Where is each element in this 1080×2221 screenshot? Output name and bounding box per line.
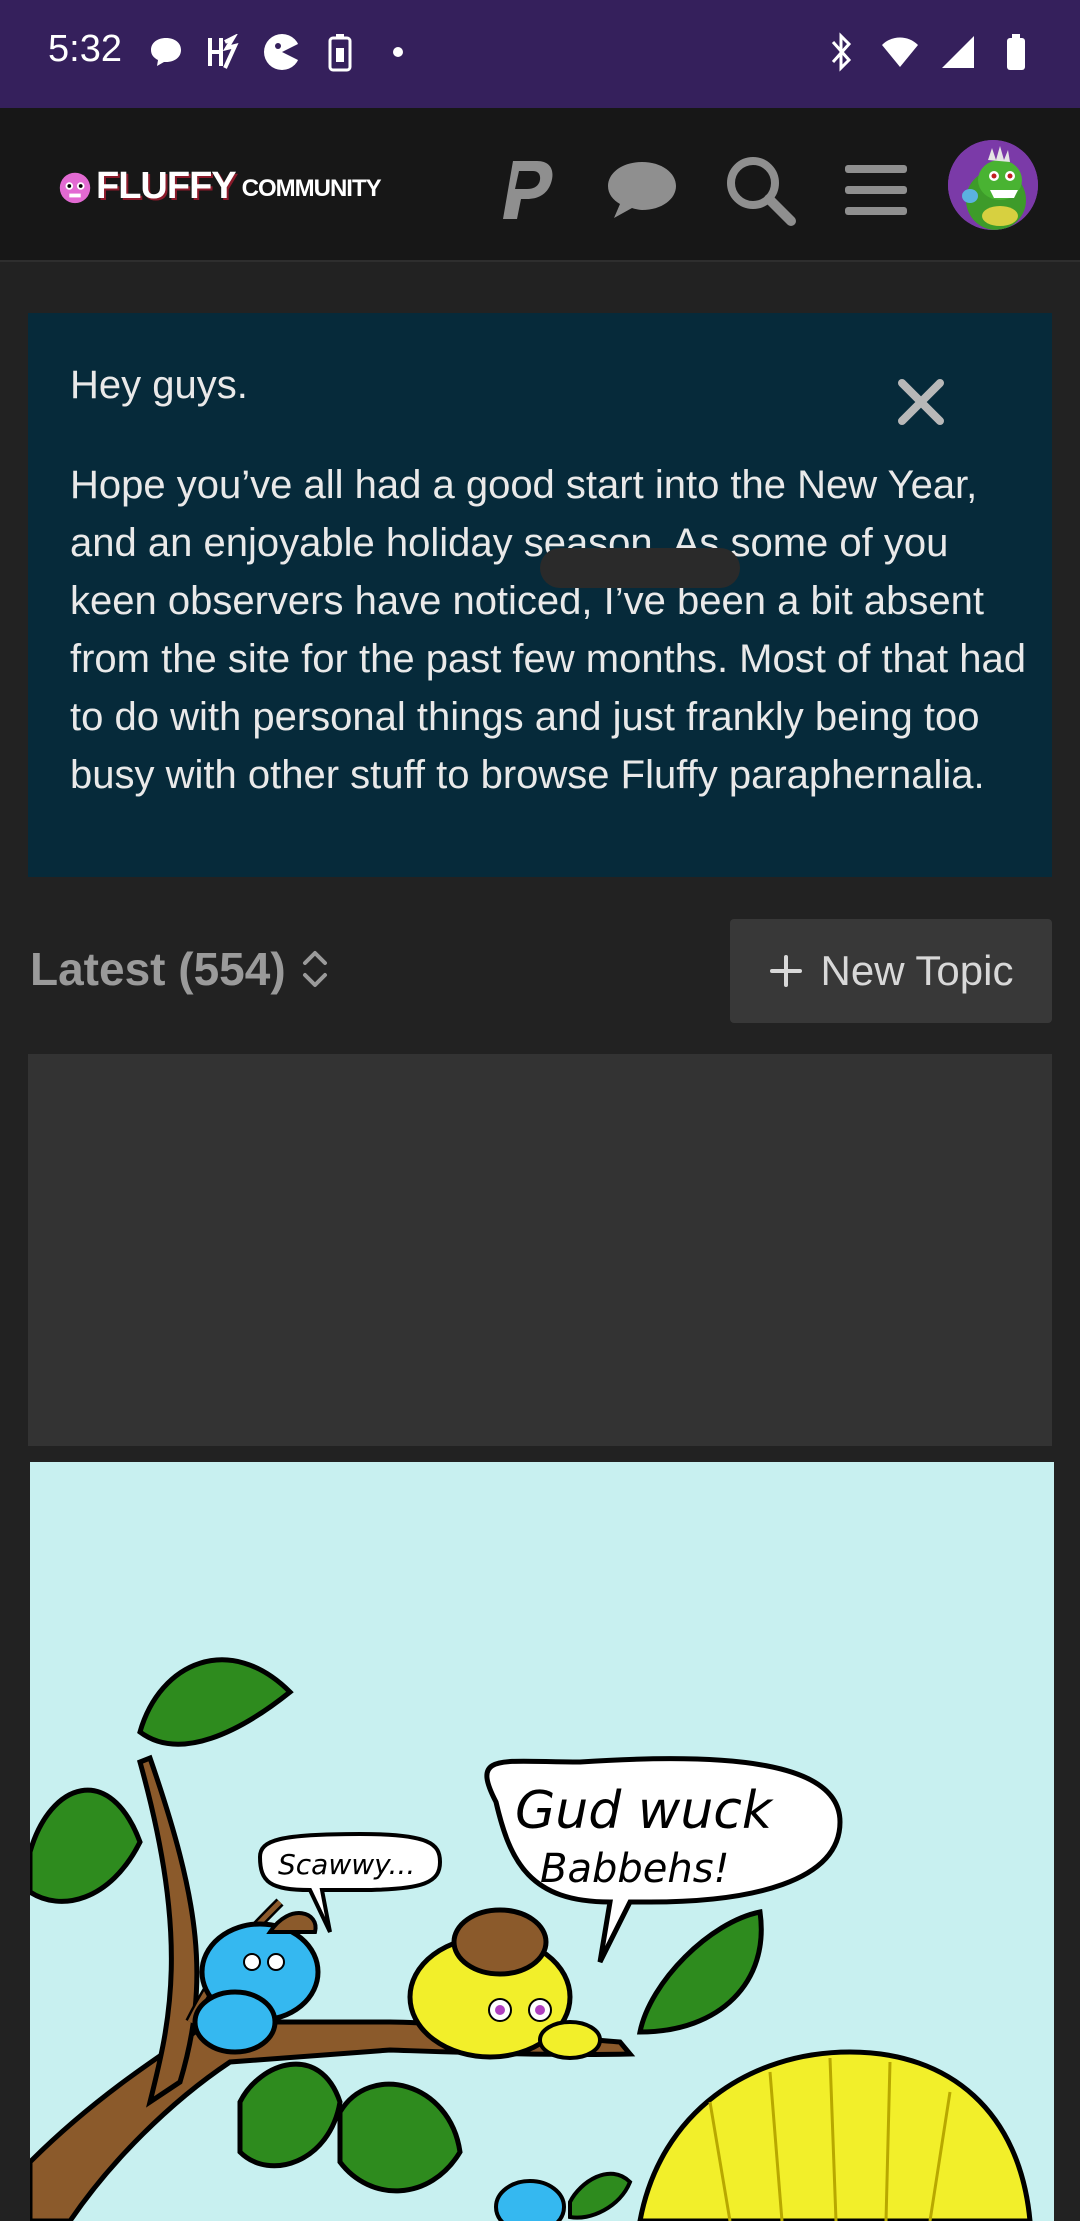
banner-body: Hope you’ve all had a good start into th… xyxy=(70,463,1027,797)
scroll-to-expand-pill[interactable] xyxy=(540,548,740,588)
system-icons xyxy=(822,30,1036,74)
hamburger-menu-icon xyxy=(845,165,907,215)
paypal-icon xyxy=(503,161,553,219)
battery-icon xyxy=(996,30,1036,74)
comic-bubble-right-line2: Babbehs! xyxy=(540,1846,730,1892)
chat-bubble-icon xyxy=(146,30,186,74)
placeholder-panel xyxy=(28,1054,1052,1446)
search-button[interactable] xyxy=(718,148,802,232)
site-logo[interactable]: FLUFFY COMMUNITY xyxy=(56,154,382,218)
status-time: 5:32 xyxy=(48,28,122,70)
plus-icon xyxy=(769,955,802,987)
sort-toggle-icon xyxy=(302,951,327,987)
logo-subtext: COMMUNITY xyxy=(241,175,382,202)
battery-saver-icon xyxy=(320,30,360,74)
chat-icon xyxy=(608,162,676,218)
comic-illustration: Scawwy... Gud wuck Babbehs! xyxy=(30,1462,1054,2221)
topic-list-header[interactable]: Latest (554) xyxy=(30,942,330,996)
comic-bubble-right-line1: Gud wuck xyxy=(515,1781,774,1841)
user-avatar[interactable] xyxy=(948,140,1038,230)
site-header: FLUFFY COMMUNITY xyxy=(0,108,1080,262)
wifi-icon xyxy=(880,30,920,74)
banner-close-button[interactable] xyxy=(894,375,948,429)
status-bar: 5:32 xyxy=(0,0,1080,108)
topic-list-title: Latest (554) xyxy=(30,943,286,995)
paypal-button[interactable] xyxy=(482,148,566,232)
new-topic-button[interactable]: New Topic xyxy=(730,919,1052,1023)
comic-image[interactable]: Scawwy... Gud wuck Babbehs! xyxy=(30,1462,1054,2221)
harry-potter-icon xyxy=(204,30,244,74)
announcement-banner: Hey guys. Hope you’ve all had a good sta… xyxy=(28,313,1052,877)
logo-text: FLUFFY xyxy=(96,164,237,207)
notification-icons xyxy=(146,30,418,74)
close-icon xyxy=(898,379,944,425)
comic-bubble-left-text: Scawwy... xyxy=(278,1848,415,1881)
fluffy-mascot-icon xyxy=(59,172,91,204)
search-icon xyxy=(727,157,796,226)
dragon-avatar-icon xyxy=(948,140,1038,230)
chat-button[interactable] xyxy=(600,148,684,232)
dot-icon xyxy=(378,30,418,74)
new-topic-label: New Topic xyxy=(820,947,1014,994)
banner-bottom-edge xyxy=(28,857,1052,877)
bluetooth-icon xyxy=(822,30,862,74)
banner-greeting: Hey guys. xyxy=(70,363,248,407)
signal-icon xyxy=(938,30,978,74)
pac-icon xyxy=(262,30,302,74)
menu-button[interactable] xyxy=(834,148,918,232)
